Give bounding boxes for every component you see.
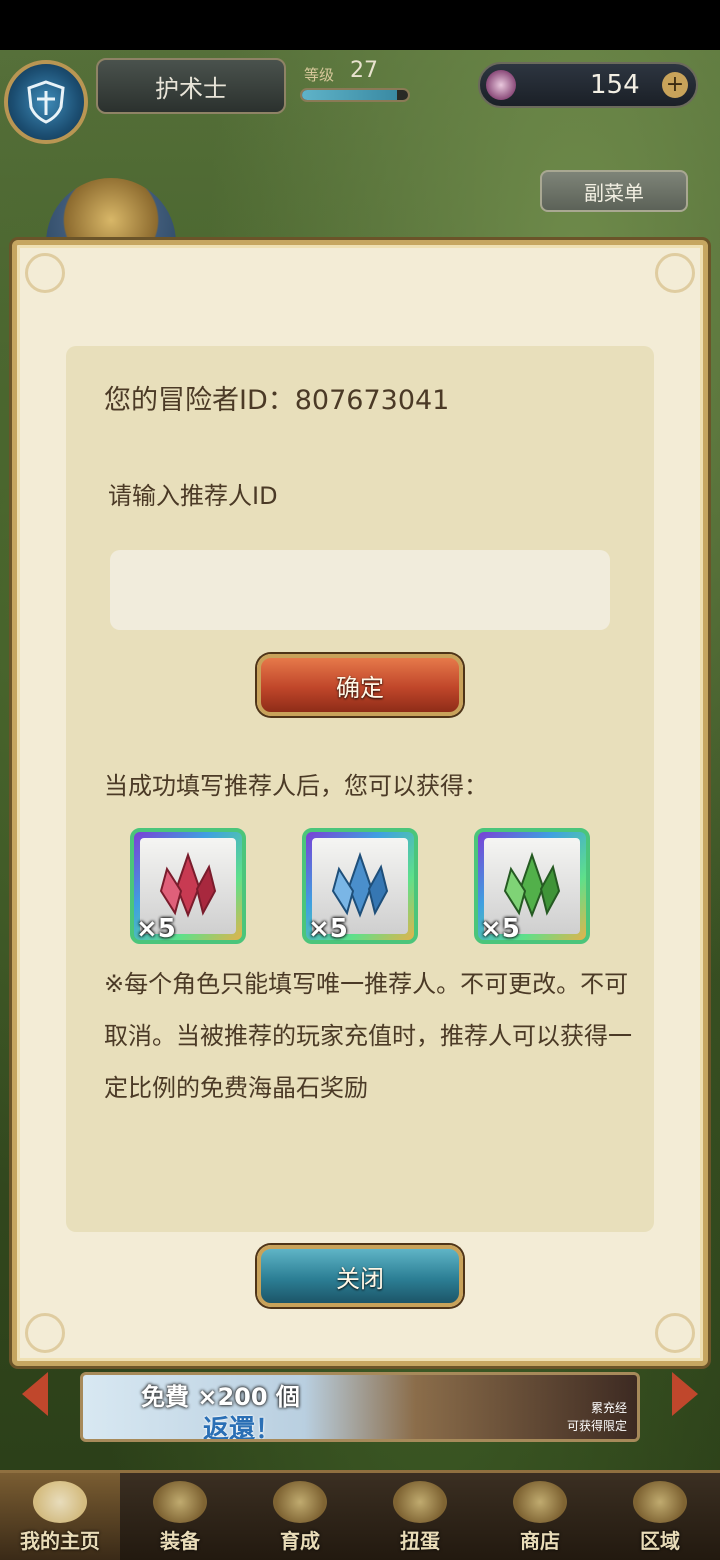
tab-equipment[interactable]: 装备 bbox=[120, 1473, 240, 1560]
sword-icon bbox=[273, 1481, 327, 1523]
reward-item[interactable]: ×5 bbox=[474, 828, 590, 944]
banner-next-icon[interactable] bbox=[672, 1372, 698, 1416]
promo-banner[interactable]: 免費 ×200 個 返還！ 累充经 可获得限定 bbox=[80, 1372, 640, 1442]
close-button[interactable]: 关闭 bbox=[257, 1245, 463, 1307]
submenu-button[interactable]: 副菜单 bbox=[540, 170, 688, 212]
referrer-prompt: 请输入推荐人ID bbox=[108, 482, 278, 510]
red-crystal-icon bbox=[159, 851, 217, 918]
ornament bbox=[655, 253, 695, 293]
tab-label: 扭蛋 bbox=[400, 1529, 440, 1553]
banner-side-text: 累充经 可获得限定 bbox=[566, 1401, 627, 1433]
banner-line1: 免費 ×200 個 bbox=[141, 1383, 300, 1411]
blue-crystal-icon bbox=[331, 851, 389, 918]
tab-training[interactable]: 育成 bbox=[240, 1473, 360, 1560]
tab-area[interactable]: 区域 bbox=[600, 1473, 720, 1560]
level-display: 等级 27 bbox=[290, 58, 420, 114]
green-crystal-icon bbox=[503, 851, 561, 918]
gem-icon bbox=[486, 70, 516, 100]
ornament bbox=[25, 253, 65, 293]
add-gem-button[interactable]: + bbox=[662, 72, 688, 98]
reward-qty: ×5 bbox=[308, 914, 348, 944]
bag-icon bbox=[513, 1481, 567, 1523]
shield-icon bbox=[27, 80, 65, 124]
confirm-button[interactable]: 确定 bbox=[257, 654, 463, 716]
tab-label: 商店 bbox=[520, 1529, 560, 1553]
reward-qty: ×5 bbox=[480, 914, 520, 944]
adventurer-id: 您的冒险者ID：807673041 bbox=[104, 385, 450, 416]
tab-home[interactable]: 我的主页 bbox=[0, 1473, 120, 1560]
scroll-icon bbox=[33, 1481, 87, 1523]
globe-icon bbox=[633, 1481, 687, 1523]
reward-qty: ×5 bbox=[136, 914, 176, 944]
ornament bbox=[25, 1313, 65, 1353]
exp-bar bbox=[300, 88, 410, 102]
tab-label: 装备 bbox=[160, 1529, 200, 1553]
bell-icon bbox=[393, 1481, 447, 1523]
helmet-icon bbox=[153, 1481, 207, 1523]
tab-label: 我的主页 bbox=[20, 1529, 100, 1553]
class-name[interactable]: 护术士 bbox=[96, 58, 286, 114]
reward-title: 当成功填写推荐人后，您可以获得： bbox=[104, 772, 488, 800]
tab-gacha[interactable]: 扭蛋 bbox=[360, 1473, 480, 1560]
tab-shop[interactable]: 商店 bbox=[480, 1473, 600, 1560]
referrer-id-input[interactable] bbox=[110, 550, 610, 630]
referral-note: ※每个角色只能填写唯一推荐人。不可更改。不可取消。当被推荐的玩家充值时，推荐人可… bbox=[104, 970, 632, 1102]
class-shield-icon[interactable] bbox=[4, 60, 88, 144]
reward-item[interactable]: ×5 bbox=[302, 828, 418, 944]
gem-counter: 154 + bbox=[478, 62, 698, 108]
banner-prev-icon[interactable] bbox=[22, 1372, 48, 1416]
reward-item[interactable]: ×5 bbox=[130, 828, 246, 944]
bottom-nav: 我的主页 装备 育成 扭蛋 商店 区域 bbox=[0, 1470, 720, 1560]
gem-count: 154 bbox=[590, 70, 640, 100]
status-bar bbox=[0, 0, 720, 50]
banner-line2: 返還！ bbox=[203, 1415, 282, 1442]
tab-label: 区域 bbox=[640, 1529, 680, 1553]
level-value: 27 bbox=[350, 58, 378, 83]
level-label: 等级 bbox=[304, 66, 335, 84]
tab-label: 育成 bbox=[280, 1529, 320, 1553]
ornament bbox=[655, 1313, 695, 1353]
